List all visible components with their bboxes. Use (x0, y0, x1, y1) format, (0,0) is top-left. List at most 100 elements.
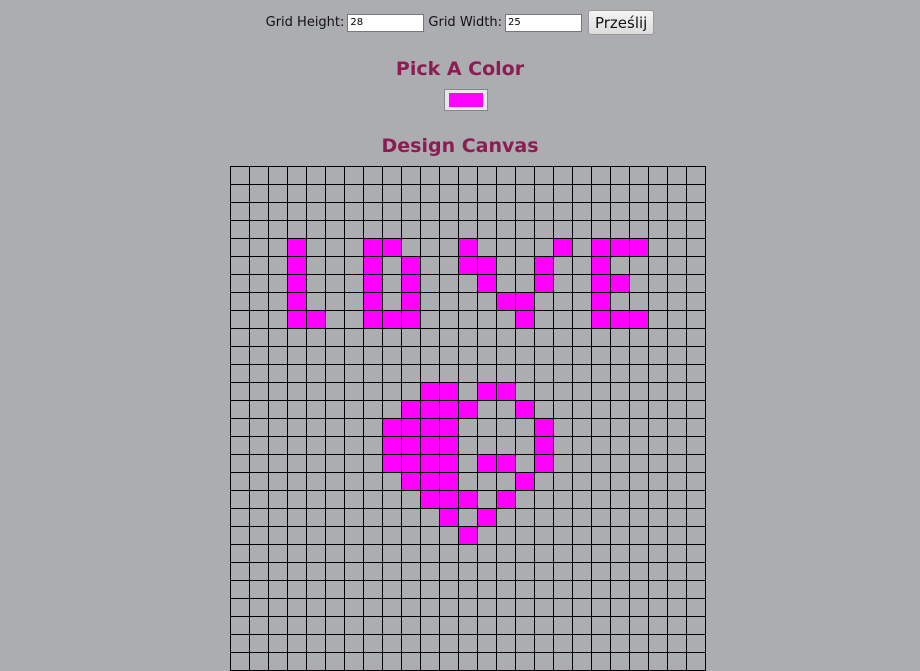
canvas-cell[interactable] (439, 310, 459, 329)
canvas-cell[interactable] (230, 634, 250, 653)
canvas-cell[interactable] (572, 544, 592, 563)
canvas-cell[interactable] (572, 616, 592, 635)
canvas-cell[interactable] (648, 472, 668, 491)
canvas-cell[interactable] (249, 364, 269, 383)
canvas-cell[interactable] (287, 220, 307, 239)
canvas-cell[interactable] (363, 382, 383, 401)
canvas-cell[interactable] (496, 472, 516, 491)
canvas-cell[interactable] (439, 652, 459, 671)
canvas-cell[interactable] (667, 490, 687, 509)
canvas-cell[interactable] (477, 202, 497, 221)
canvas-cell[interactable] (629, 202, 649, 221)
canvas-cell[interactable] (325, 238, 345, 257)
canvas-cell[interactable] (648, 364, 668, 383)
canvas-cell[interactable] (401, 364, 421, 383)
canvas-cell[interactable] (268, 472, 288, 491)
canvas-cell[interactable] (572, 328, 592, 347)
canvas-cell[interactable] (686, 526, 706, 545)
canvas-cell[interactable] (325, 292, 345, 311)
canvas-cell[interactable] (382, 490, 402, 509)
canvas-cell[interactable] (496, 310, 516, 329)
canvas-cell[interactable] (515, 238, 535, 257)
canvas-cell[interactable] (306, 310, 326, 329)
canvas-cell[interactable] (534, 364, 554, 383)
canvas-cell[interactable] (325, 256, 345, 275)
canvas-cell[interactable] (591, 328, 611, 347)
canvas-cell[interactable] (230, 400, 250, 419)
canvas-cell[interactable] (591, 274, 611, 293)
canvas-cell[interactable] (667, 526, 687, 545)
canvas-cell[interactable] (420, 562, 440, 581)
canvas-cell[interactable] (648, 310, 668, 329)
canvas-cell[interactable] (268, 274, 288, 293)
canvas-cell[interactable] (629, 526, 649, 545)
canvas-cell[interactable] (572, 238, 592, 257)
canvas-cell[interactable] (610, 598, 630, 617)
canvas-cell[interactable] (306, 472, 326, 491)
canvas-cell[interactable] (382, 616, 402, 635)
canvas-cell[interactable] (325, 562, 345, 581)
canvas-cell[interactable] (306, 220, 326, 239)
canvas-cell[interactable] (249, 454, 269, 473)
canvas-cell[interactable] (534, 310, 554, 329)
canvas-cell[interactable] (420, 490, 440, 509)
canvas-cell[interactable] (496, 526, 516, 545)
canvas-cell[interactable] (458, 238, 478, 257)
canvas-cell[interactable] (591, 598, 611, 617)
canvas-cell[interactable] (287, 256, 307, 275)
canvas-cell[interactable] (515, 580, 535, 599)
canvas-cell[interactable] (344, 580, 364, 599)
canvas-cell[interactable] (249, 598, 269, 617)
canvas-cell[interactable] (496, 166, 516, 185)
canvas-cell[interactable] (249, 580, 269, 599)
canvas-cell[interactable] (344, 166, 364, 185)
canvas-cell[interactable] (268, 508, 288, 527)
canvas-cell[interactable] (629, 616, 649, 635)
canvas-cell[interactable] (686, 472, 706, 491)
canvas-cell[interactable] (230, 220, 250, 239)
canvas-cell[interactable] (401, 184, 421, 203)
canvas-cell[interactable] (325, 418, 345, 437)
canvas-cell[interactable] (572, 166, 592, 185)
canvas-cell[interactable] (230, 454, 250, 473)
canvas-cell[interactable] (686, 364, 706, 383)
canvas-cell[interactable] (515, 382, 535, 401)
canvas-cell[interactable] (382, 562, 402, 581)
canvas-cell[interactable] (572, 274, 592, 293)
canvas-cell[interactable] (344, 598, 364, 617)
canvas-cell[interactable] (420, 544, 440, 563)
canvas-cell[interactable] (686, 256, 706, 275)
canvas-cell[interactable] (439, 256, 459, 275)
canvas-cell[interactable] (515, 598, 535, 617)
canvas-cell[interactable] (401, 346, 421, 365)
canvas-cell[interactable] (572, 346, 592, 365)
canvas-cell[interactable] (648, 634, 668, 653)
canvas-cell[interactable] (686, 436, 706, 455)
canvas-cell[interactable] (648, 436, 668, 455)
canvas-cell[interactable] (401, 580, 421, 599)
canvas-cell[interactable] (477, 508, 497, 527)
submit-button[interactable]: Prześlij (587, 10, 655, 35)
canvas-cell[interactable] (553, 454, 573, 473)
canvas-cell[interactable] (477, 634, 497, 653)
canvas-cell[interactable] (648, 292, 668, 311)
canvas-cell[interactable] (458, 274, 478, 293)
canvas-cell[interactable] (439, 418, 459, 437)
canvas-cell[interactable] (363, 652, 383, 671)
canvas-cell[interactable] (686, 220, 706, 239)
canvas-cell[interactable] (477, 364, 497, 383)
canvas-cell[interactable] (515, 292, 535, 311)
canvas-cell[interactable] (420, 616, 440, 635)
canvas-cell[interactable] (591, 310, 611, 329)
canvas-cell[interactable] (363, 634, 383, 653)
canvas-cell[interactable] (325, 364, 345, 383)
canvas-cell[interactable] (591, 202, 611, 221)
canvas-cell[interactable] (306, 346, 326, 365)
canvas-cell[interactable] (496, 598, 516, 617)
canvas-cell[interactable] (401, 292, 421, 311)
canvas-cell[interactable] (648, 274, 668, 293)
canvas-cell[interactable] (477, 616, 497, 635)
canvas-cell[interactable] (249, 346, 269, 365)
canvas-cell[interactable] (268, 526, 288, 545)
canvas-cell[interactable] (686, 184, 706, 203)
